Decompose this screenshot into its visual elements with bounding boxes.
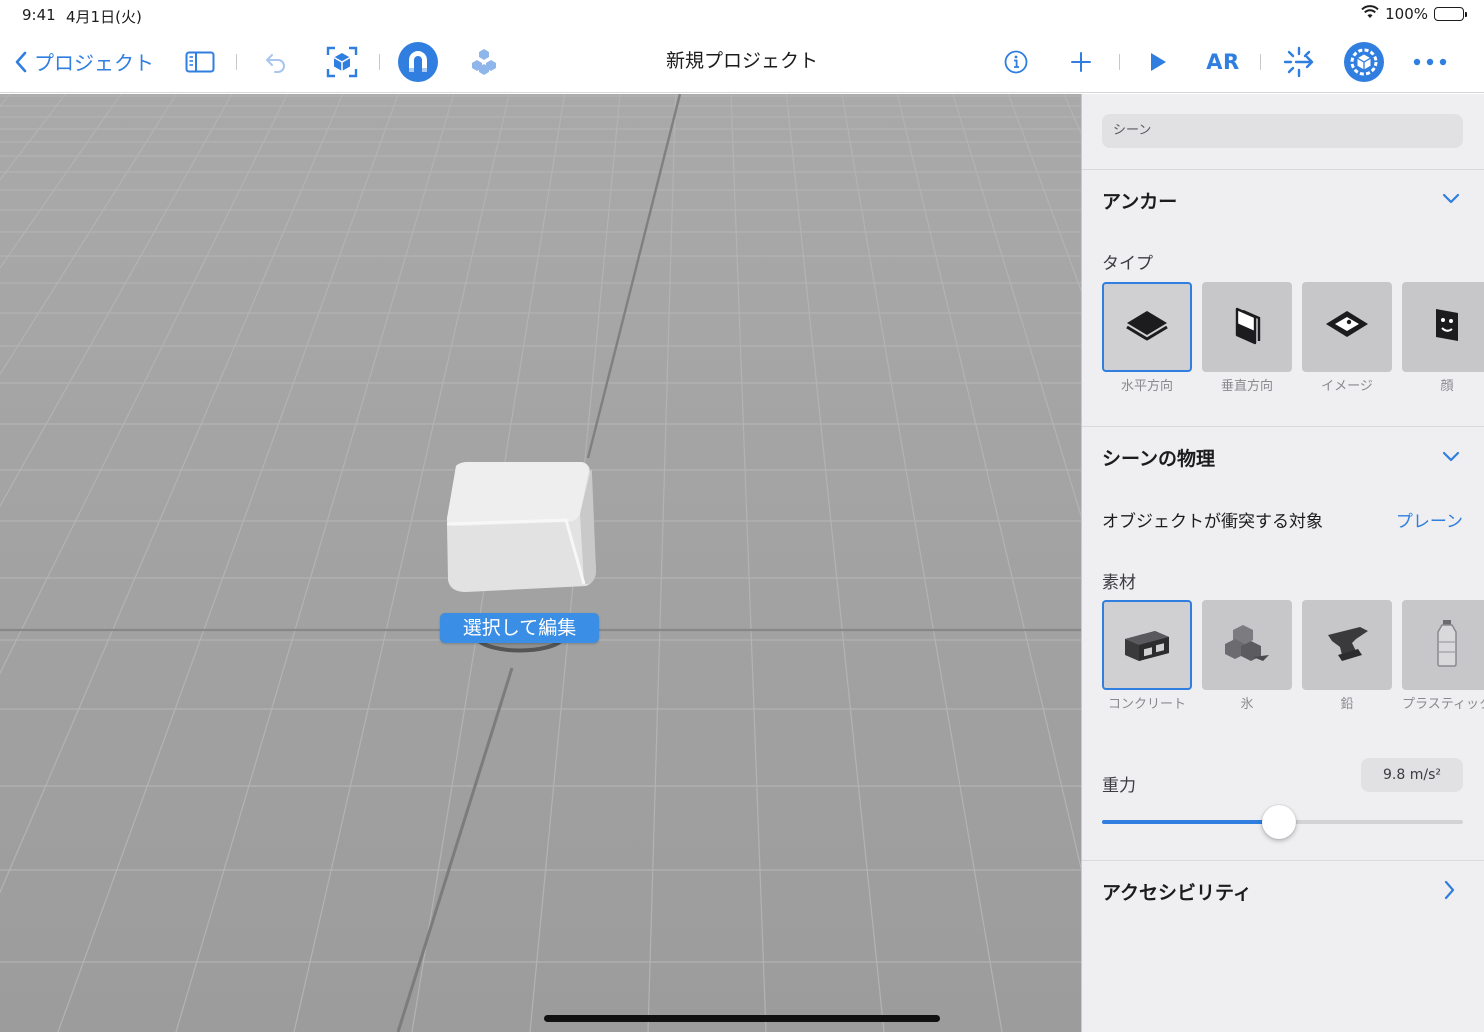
concrete-block-icon — [1121, 621, 1173, 669]
add-content-button[interactable] — [464, 30, 504, 93]
toolbar-separator — [236, 54, 237, 70]
toolbar: 新規プロジェクト プロジェクト AR — [0, 30, 1484, 93]
ar-mode-button[interactable]: AR — [1200, 30, 1246, 93]
section-divider — [1082, 426, 1484, 427]
battery-icon — [1434, 7, 1467, 21]
document-title: 新規プロジェクト — [665, 50, 818, 72]
material-plastic[interactable]: プラスティック — [1402, 600, 1484, 713]
toolbar-separator — [1260, 54, 1261, 70]
scene-viewport[interactable]: 選択して編集 — [0, 94, 1081, 1032]
anvil-icon — [1322, 621, 1372, 669]
more-button[interactable] — [1410, 30, 1450, 93]
sparkle-icon — [1282, 45, 1316, 79]
status-date: 4月1日(火) — [66, 8, 142, 26]
gravity-slider-thumb[interactable] — [1261, 805, 1296, 839]
back-label: プロジェクト — [34, 51, 154, 75]
material-selector: コンクリート 氷 鉛 プラスティック — [1102, 600, 1484, 713]
tile-label: プラスティック — [1402, 697, 1484, 712]
cubes-icon — [468, 46, 500, 78]
tile-box — [1102, 600, 1192, 690]
anchor-section-title[interactable]: アンカー — [1102, 187, 1177, 214]
status-time: 9:41 — [22, 6, 56, 24]
select-to-edit-badge[interactable]: 選択して編集 — [440, 613, 599, 643]
tile-box — [1202, 282, 1292, 372]
info-icon — [1004, 50, 1028, 74]
tile-label: コンクリート — [1107, 697, 1186, 712]
ground-grid — [0, 94, 1081, 1032]
sidebar-icon — [185, 51, 215, 73]
anchor-type-selector: 水平方向 垂直方向 イメージ 顔 — [1102, 282, 1484, 395]
face-anchor-icon — [1430, 305, 1464, 349]
scene-name-field[interactable]: シーン — [1102, 114, 1463, 148]
chevron-down-icon[interactable] — [1442, 448, 1460, 467]
behaviors-button[interactable] — [1280, 30, 1318, 93]
inspector-panel: シーン アンカー タイプ 水平方向 垂直方向 イメージ 顔 シーンの物理 オブジ… — [1081, 94, 1484, 1032]
settings-gear-icon — [1343, 41, 1385, 83]
snap-magnet-button[interactable] — [396, 30, 440, 93]
gravity-slider-fill — [1102, 820, 1279, 824]
collision-target-value[interactable]: プレーン — [1396, 507, 1463, 532]
tile-label: 氷 — [1240, 697, 1254, 712]
material-lead[interactable]: 鉛 — [1302, 600, 1392, 713]
cube-frame-icon — [325, 45, 359, 79]
gravity-label: 重力 — [1102, 776, 1136, 796]
gravity-value-field[interactable]: 9.8 m/s² — [1361, 758, 1463, 792]
undo-button[interactable] — [260, 30, 292, 93]
anchor-type-horizontal[interactable]: 水平方向 — [1102, 282, 1192, 395]
toolbar-separator — [379, 54, 380, 70]
wifi-icon — [1361, 5, 1379, 23]
plus-icon — [1070, 51, 1092, 73]
accessibility-section-title[interactable]: アクセシビリティ — [1102, 878, 1252, 905]
material-ice[interactable]: 氷 — [1202, 600, 1292, 713]
status-bar: 9:41 4月1日(火) 100% — [0, 0, 1484, 30]
tile-label: イメージ — [1321, 379, 1373, 394]
reality-composer-window: 9:41 4月1日(火) 100% 新規プロジェクト プロジェクト AR 選択し… — [0, 0, 1484, 1032]
tile-label: 垂直方向 — [1220, 379, 1273, 394]
toolbar-separator — [1119, 54, 1120, 70]
chevron-left-icon — [14, 50, 28, 74]
section-divider — [1082, 169, 1484, 170]
chevron-right-icon[interactable] — [1444, 880, 1456, 904]
play-icon — [1148, 51, 1168, 73]
status-indicators: 100% — [1361, 5, 1467, 23]
undo-icon — [264, 51, 288, 73]
tile-label: 水平方向 — [1120, 379, 1173, 394]
more-icon — [1413, 58, 1447, 66]
tile-box — [1202, 600, 1292, 690]
anchor-type-image[interactable]: イメージ — [1302, 282, 1392, 395]
home-indicator — [544, 1015, 940, 1022]
tile-box — [1302, 600, 1392, 690]
image-anchor-icon — [1322, 307, 1372, 347]
magnet-icon — [397, 41, 439, 83]
tile-box — [1102, 282, 1192, 372]
chevron-down-icon[interactable] — [1442, 190, 1460, 209]
vertical-plane-icon — [1227, 303, 1267, 351]
plastic-bottle-icon — [1432, 618, 1462, 672]
gravity-slider[interactable] — [1102, 805, 1463, 839]
collision-target-label: オブジェクトが衝突する対象 — [1102, 512, 1323, 532]
sidebar-toggle-button[interactable] — [183, 30, 217, 93]
anchor-type-label: タイプ — [1102, 254, 1153, 274]
properties-button[interactable] — [1342, 30, 1386, 93]
ar-frame-button[interactable] — [322, 30, 362, 93]
tile-box — [1402, 282, 1484, 372]
anchor-type-vertical[interactable]: 垂直方向 — [1202, 282, 1292, 395]
tile-box — [1402, 600, 1484, 690]
ice-cubes-icon — [1223, 621, 1271, 669]
material-label: 素材 — [1102, 573, 1136, 593]
anchor-type-face[interactable]: 顔 — [1402, 282, 1484, 395]
tile-label: 顔 — [1440, 379, 1454, 394]
add-object-button[interactable] — [1066, 30, 1096, 93]
physics-section-title[interactable]: シーンの物理 — [1102, 444, 1215, 471]
tile-box — [1302, 282, 1392, 372]
info-button[interactable] — [1000, 30, 1032, 93]
battery-percent: 100% — [1385, 5, 1428, 23]
section-divider — [1082, 860, 1484, 861]
play-button[interactable] — [1142, 30, 1174, 93]
ar-label: AR — [1206, 49, 1240, 74]
material-concrete[interactable]: コンクリート — [1102, 600, 1192, 713]
back-to-projects-button[interactable]: プロジェクト — [14, 30, 154, 93]
tile-label: 鉛 — [1340, 697, 1354, 712]
horizontal-plane-icon — [1122, 305, 1172, 349]
